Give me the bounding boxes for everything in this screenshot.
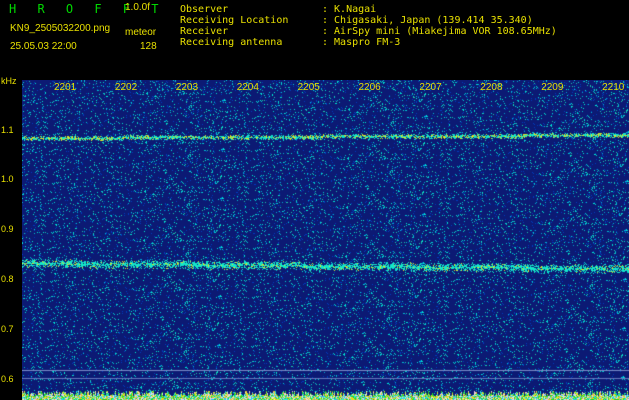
x-tick-label: 2205 [297,82,320,93]
location-value: : Chigasaki, Japan (139.414 35.340) [322,15,533,26]
observer-value: : K.Nagai [322,4,377,15]
location-label: Receiving Location [180,15,289,26]
y-unit-label: kHz [1,76,17,86]
mode-label: meteor [125,27,157,38]
y-tick-label: 1.0 [1,174,14,184]
y-tick-label: 0.9 [1,224,14,234]
datetime-label: 25.05.03 22:00 [10,41,77,52]
spectrogram-plot [22,80,629,400]
x-tick-label: 2204 [236,82,259,93]
x-tick-label: 2203 [175,82,199,93]
receiver-label: Receiver [180,26,229,37]
x-tick-label: 2202 [114,82,138,93]
y-tick-label: 0.7 [1,324,14,334]
x-tick-label: 2210 [602,82,625,93]
y-tick-label: 1.1 [1,125,14,135]
antenna-label: Receiving antenna [180,37,283,48]
spectrogram-canvas [22,80,629,400]
observer-label: Observer [180,4,229,15]
x-tick-label: 2208 [480,82,503,93]
version-label: 1.0.0f [125,2,151,13]
x-tick-label: 2209 [541,82,564,93]
count-label: 128 [140,41,157,52]
filename-label: KN9_2505032200.png [10,23,111,34]
antenna-value: : Maspro FM-3 [322,37,401,48]
y-tick-label: 0.6 [1,374,14,384]
receiver-value: : AirSpy mini (Miakejima VOR 108.65MHz) [322,26,557,37]
y-tick-label: 0.8 [1,274,14,284]
x-tick-label: 2207 [419,82,442,93]
x-tick-label: 2206 [358,82,381,93]
x-tick-label: 2201 [54,82,77,93]
